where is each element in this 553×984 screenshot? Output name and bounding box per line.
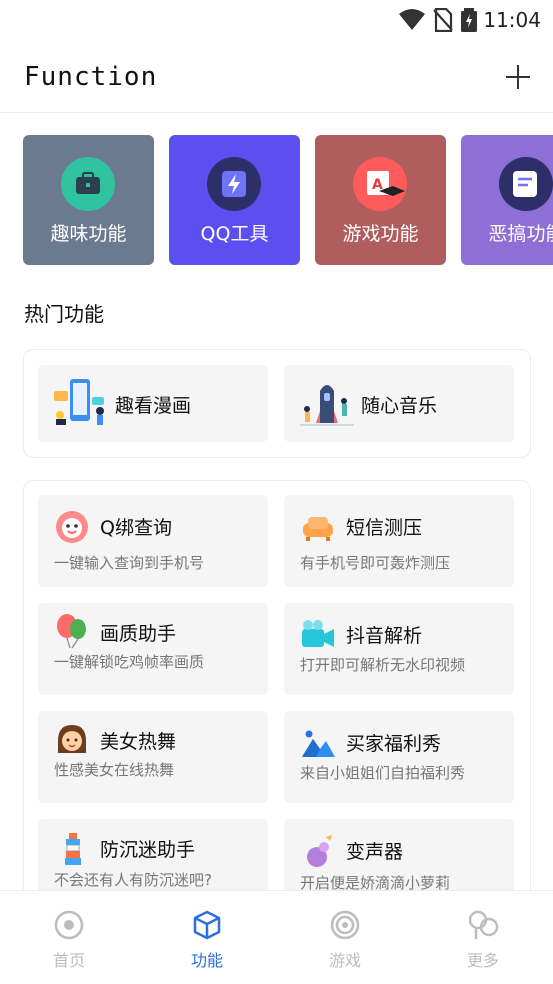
nav-label: 更多 [466, 951, 499, 970]
feature-dance[interactable]: 美女热舞 性感美女在线热舞 [38, 711, 268, 803]
hot-item-label: 趣看漫画 [115, 395, 192, 417]
balloon-icon [57, 614, 86, 649]
no-sim-icon [433, 8, 453, 32]
app-bar: Function [0, 40, 553, 113]
nav-label: 游戏 [328, 951, 361, 970]
nav-home[interactable]: 首页 [0, 891, 138, 984]
feature-douyin-parse[interactable]: 抖音解析 打开即可解析无水印视频 [284, 603, 514, 695]
feature-sms-stress[interactable]: 短信测压 有手机号即可轰炸测压 [284, 495, 514, 587]
page-title: Function [24, 62, 158, 92]
hot-item-comic[interactable]: 趣看漫画 [38, 365, 268, 442]
flower-icon [56, 511, 88, 543]
cube-icon [193, 910, 221, 940]
hot-item-label: 随心音乐 [361, 395, 438, 417]
girl-icon [58, 725, 86, 753]
category-card-fun[interactable]: 趣味功能 [23, 135, 154, 265]
category-label: 游戏功能 [342, 223, 419, 245]
feature-buyer-show[interactable]: 买家福利秀 来自小姐姐们自拍福利秀 [284, 711, 514, 803]
category-card-game[interactable]: A 游戏功能 [315, 135, 446, 265]
bottom-nav: 首页 功能 游戏 更多 [0, 890, 553, 984]
grad-cap-icon: A [353, 157, 407, 211]
status-icons [399, 8, 477, 32]
home-target-icon [54, 910, 84, 940]
nav-more[interactable]: 更多 [414, 891, 552, 984]
feature-title: 防沉迷助手 [100, 839, 196, 861]
feature-desc: 一键解锁吃鸡帧率画质 [54, 653, 205, 671]
category-card-prank[interactable]: 恶搞功能 [461, 135, 553, 265]
feature-title: 美女热舞 [100, 731, 177, 753]
hot-card: 趣看漫画 随心音乐 [23, 349, 531, 458]
lighthouse-icon [65, 833, 81, 865]
add-icon[interactable] [505, 64, 531, 90]
briefcase-icon [61, 157, 115, 211]
status-time: 11:04 [483, 8, 541, 32]
nav-label: 功能 [190, 951, 223, 970]
feature-q-bind-lookup[interactable]: Q绑查询 一键输入查询到手机号 [38, 495, 268, 587]
more-circles-icon [468, 910, 499, 939]
feature-card: Q绑查询 一键输入查询到手机号 短信测压 有手机号即可轰炸测压 画质助手 一键解… [23, 480, 531, 922]
feature-desc: 性感美女在线热舞 [54, 761, 175, 779]
category-label: 趣味功能 [50, 223, 127, 245]
feature-title: 抖音解析 [346, 625, 423, 647]
feature-title: 变声器 [346, 841, 404, 863]
feature-desc: 有手机号即可轰炸测压 [300, 554, 451, 572]
nav-label: 首页 [52, 951, 85, 970]
mountain-icon [302, 730, 335, 757]
category-card-qq[interactable]: QQ工具 [169, 135, 300, 265]
hot-section-title: 热门功能 [24, 302, 104, 326]
status-bar: 11:04 [0, 0, 553, 40]
wifi-icon [399, 9, 425, 30]
feature-title: 买家福利秀 [346, 733, 442, 755]
feature-title: Q绑查询 [100, 517, 172, 539]
nav-games[interactable]: 游戏 [276, 891, 414, 984]
category-scroller[interactable]: 趣味功能 QQ工具 A 游戏功能 恶搞功能 [23, 135, 553, 265]
sofa-icon [303, 517, 333, 541]
game-spiral-icon [330, 910, 360, 940]
feature-desc: 打开即可解析无水印视频 [300, 656, 466, 674]
feature-title: 画质助手 [100, 623, 177, 645]
category-label: QQ工具 [200, 223, 269, 245]
feature-graphics-helper[interactable]: 画质助手 一键解锁吃鸡帧率画质 [38, 603, 268, 695]
voice-changer-icon [307, 835, 332, 867]
music-illustration-icon [300, 385, 354, 426]
lightning-icon [207, 157, 261, 211]
category-label: 恶搞功能 [488, 223, 553, 245]
comic-illustration-icon [54, 379, 104, 425]
hot-item-music[interactable]: 随心音乐 [284, 365, 514, 442]
note-icon [499, 157, 553, 211]
feature-desc: 不会还有人有防沉迷吧? [54, 871, 212, 889]
battery-charging-icon [461, 8, 477, 32]
feature-desc: 一键输入查询到手机号 [54, 554, 205, 572]
feature-title: 短信测压 [346, 517, 423, 539]
feature-desc: 来自小姐姐们自拍福利秀 [300, 764, 466, 782]
nav-functions[interactable]: 功能 [138, 891, 276, 984]
video-camera-icon [302, 620, 334, 647]
